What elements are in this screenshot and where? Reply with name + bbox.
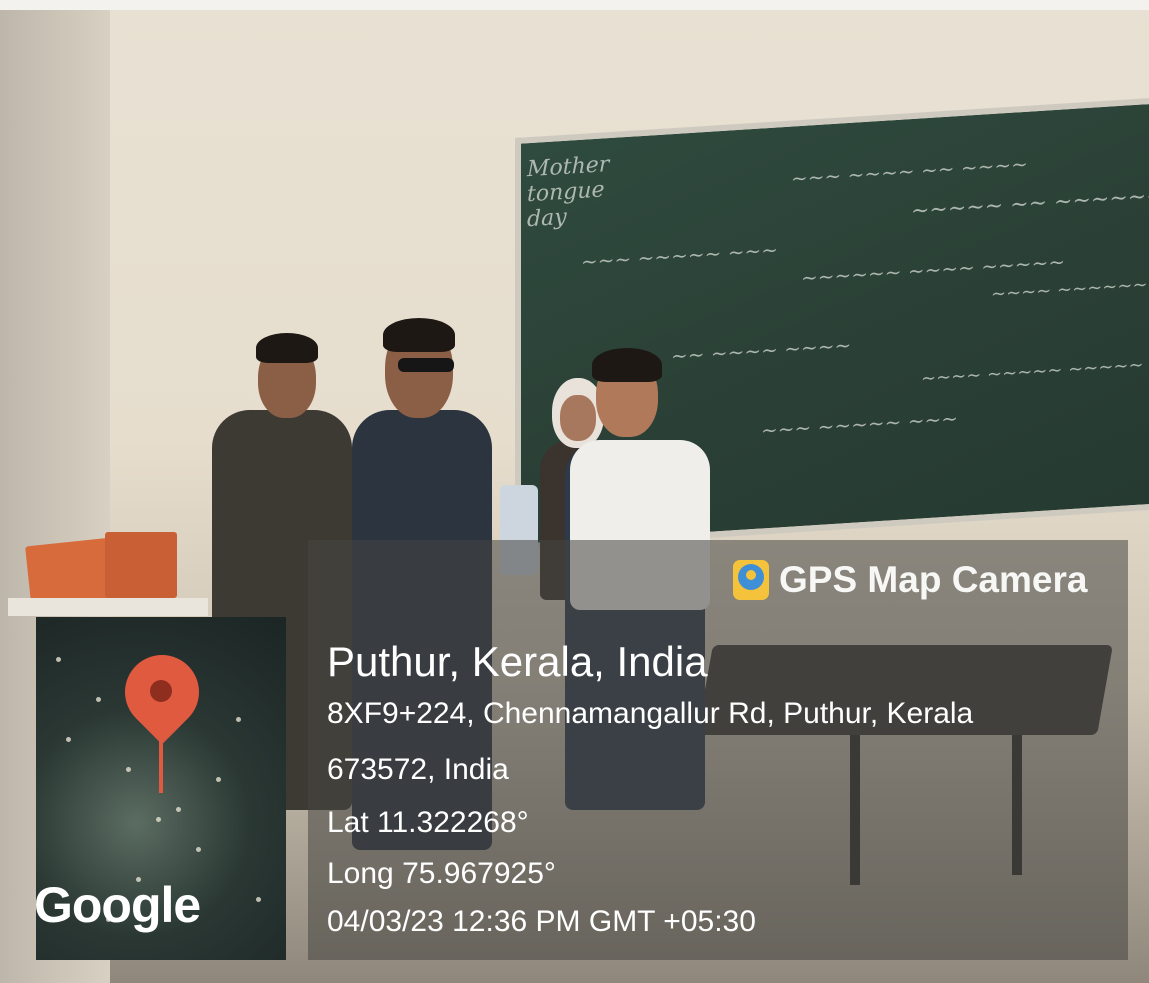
- gps-map-camera-icon: [733, 560, 769, 600]
- app-name: GPS Map Camera: [779, 559, 1088, 600]
- cardboard-box: [25, 537, 116, 607]
- map-pin-hole: [150, 680, 172, 702]
- timestamp-label: 04/03/23 12:36 PM GMT +05:30: [327, 905, 756, 938]
- board-scribble: ~~~ ~~~~ ~~ ~~~~: [791, 151, 1028, 191]
- cardboard-box: [105, 532, 177, 598]
- board-scribble: ~~~ ~~~~~ ~~~: [761, 406, 959, 443]
- latitude-label: Lat 11.322268°: [327, 806, 529, 839]
- photo-border: [0, 0, 1149, 10]
- address-line-2: 673572, India: [327, 753, 509, 786]
- board-scribble: ~~~~~ ~~ ~~~~~~: [911, 183, 1149, 225]
- board-heading: Mother tongue day: [527, 152, 610, 233]
- side-table: [8, 598, 208, 616]
- google-logo: Google: [34, 877, 201, 933]
- board-scribble: ~~~ ~~~~~ ~~~: [581, 237, 779, 274]
- address-line-1: 8XF9+224, Chennamangallur Rd, Puthur, Ke…: [327, 697, 974, 730]
- app-brand: GPS Map Camera: [733, 555, 1087, 605]
- board-scribble: ~~ ~~~~ ~~~~: [671, 332, 852, 369]
- board-scribble: ~~~~ ~~~~~~: [991, 274, 1148, 306]
- board-scribble: ~~~~ ~~~~~ ~~~~~: [921, 354, 1144, 390]
- longitude-label: Long 75.967925°: [327, 857, 556, 890]
- photo-frame: Mother tongue day ~~~ ~~~~ ~~ ~~~~ ~~~~~…: [0, 0, 1149, 983]
- location-title: Puthur, Kerala, India: [327, 638, 708, 685]
